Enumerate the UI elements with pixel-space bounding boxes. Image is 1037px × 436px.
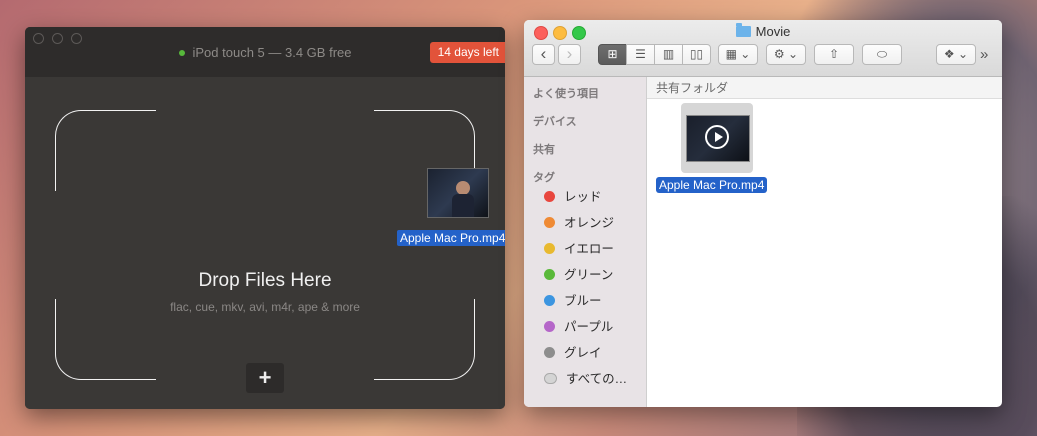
- sidebar-heading-devices[interactable]: デバイス: [533, 113, 577, 129]
- video-frame-person-head: [456, 181, 470, 195]
- finder-toolbar: Movie ‹ › ⊞ ☰ ▥ ▯▯ ▦ ⌄ ⚙ ⌄ ⇧ ⬭ ❖ ⌄ »: [524, 20, 1002, 77]
- connected-status-icon: [178, 49, 185, 56]
- sidebar-heading-favorites[interactable]: よく使う項目: [533, 85, 599, 101]
- waltr-window: iPod touch 5 — 3.4 GB free 14 days left …: [25, 27, 505, 409]
- sidebar-tag-red[interactable]: レッド: [544, 188, 602, 206]
- icon-view-button[interactable]: ⊞: [598, 44, 627, 65]
- finder-sidebar: よく使う項目 デバイス 共有 タグ レッド オレンジ イエロー グリーン ブルー…: [524, 77, 647, 407]
- frame-corner-top-left: [55, 110, 156, 191]
- tag-label: グレイ: [564, 346, 602, 360]
- tag-orange-dot-icon: [544, 217, 555, 229]
- tag-label: イエロー: [564, 242, 614, 256]
- action-gear-button[interactable]: ⚙ ⌄: [766, 44, 806, 65]
- tag-gray-dot-icon: [544, 347, 555, 359]
- tag-yellow-dot-icon: [544, 243, 555, 255]
- tag-label: ブルー: [564, 294, 602, 308]
- tag-label: グリーン: [564, 268, 614, 282]
- window-title: Movie: [524, 23, 1002, 39]
- minimize-window-button[interactable]: [52, 33, 63, 44]
- tag-button[interactable]: ⬭: [862, 44, 902, 65]
- toolbar-overflow-button[interactable]: »: [980, 46, 988, 63]
- sidebar-tag-green[interactable]: グリーン: [544, 266, 613, 284]
- tag-label: パープル: [564, 320, 614, 334]
- sidebar-heading-shared[interactable]: 共有: [533, 141, 555, 157]
- column-view-button[interactable]: ▥: [654, 44, 683, 65]
- file-name-label[interactable]: Apple Mac Pro.mp4: [656, 177, 768, 193]
- file-thumbnail[interactable]: [686, 115, 750, 162]
- tag-label: オレンジ: [564, 216, 615, 230]
- back-button[interactable]: ‹: [532, 44, 555, 65]
- dragged-file-thumbnail[interactable]: [427, 168, 489, 218]
- tag-label: すべての…: [566, 372, 628, 386]
- list-view-button[interactable]: ☰: [626, 44, 655, 65]
- tag-green-dot-icon: [544, 269, 555, 281]
- forward-button[interactable]: ›: [558, 44, 581, 65]
- close-window-button[interactable]: [33, 33, 44, 44]
- drop-title: Drop Files Here: [198, 270, 332, 291]
- window-title-label: Movie: [755, 24, 791, 39]
- sidebar-tag-gray[interactable]: グレイ: [544, 344, 602, 362]
- coverflow-view-button[interactable]: ▯▯: [682, 44, 711, 65]
- sidebar-tag-purple[interactable]: パープル: [544, 318, 613, 336]
- waltr-titlebar: iPod touch 5 — 3.4 GB free 14 days left: [25, 27, 505, 77]
- dropbox-button[interactable]: ❖ ⌄: [936, 44, 976, 65]
- folder-icon: [735, 23, 751, 38]
- play-icon: [705, 125, 729, 149]
- tag-red-dot-icon: [544, 191, 555, 203]
- dragged-file-name: Apple Mac Pro.mp4: [397, 230, 505, 246]
- content-section-header: 共有フォルダ: [647, 77, 1002, 99]
- zoom-window-button[interactable]: [71, 33, 82, 44]
- all-tags-icon: [544, 373, 557, 385]
- share-button[interactable]: ⇧: [814, 44, 854, 65]
- sidebar-tag-orange[interactable]: オレンジ: [544, 214, 614, 232]
- tag-blue-dot-icon: [544, 295, 555, 307]
- video-frame-person-body: [452, 194, 474, 217]
- trial-days-badge[interactable]: 14 days left: [429, 42, 505, 63]
- tag-purple-dot-icon: [544, 321, 555, 333]
- sidebar-tag-blue[interactable]: ブルー: [544, 292, 602, 310]
- supported-formats: flac, cue, mkv, avi, m4r, ape & more: [170, 300, 360, 314]
- finder-window: Movie ‹ › ⊞ ☰ ▥ ▯▯ ▦ ⌄ ⚙ ⌄ ⇧ ⬭ ❖ ⌄ » よく使…: [524, 20, 1002, 407]
- sidebar-tag-yellow[interactable]: イエロー: [544, 240, 614, 258]
- tag-label: レッド: [564, 190, 602, 204]
- add-file-button[interactable]: +: [246, 363, 284, 393]
- arrange-button[interactable]: ▦ ⌄: [718, 44, 758, 65]
- sidebar-all-tags[interactable]: すべての…: [544, 370, 627, 388]
- sidebar-heading-tags[interactable]: タグ: [533, 169, 555, 185]
- device-status-label: iPod touch 5 — 3.4 GB free: [192, 45, 352, 60]
